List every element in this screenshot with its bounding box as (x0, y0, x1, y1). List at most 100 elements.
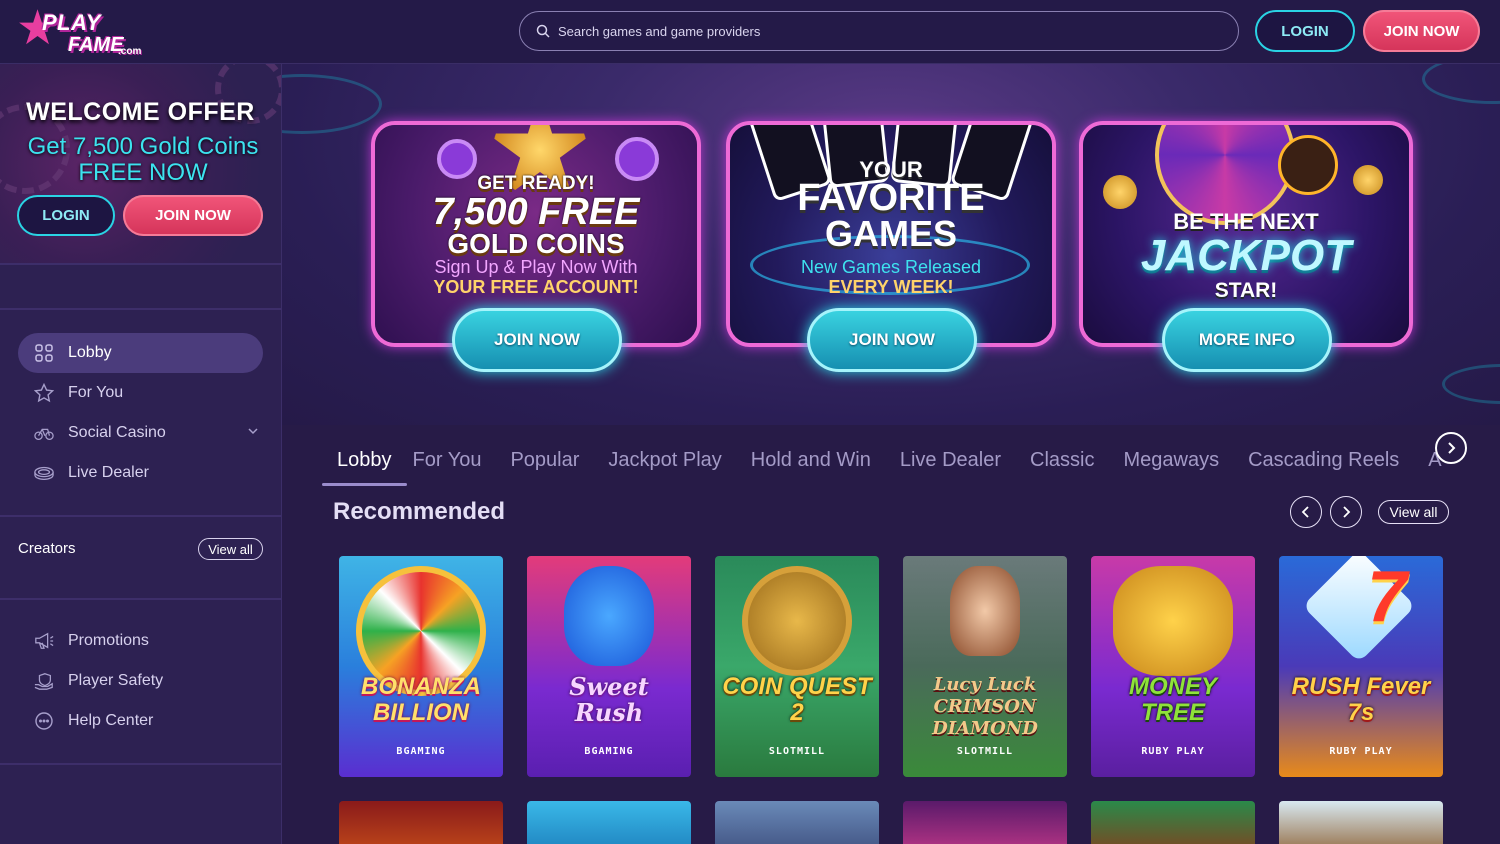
game-title: MONEY TREE (1128, 673, 1217, 726)
tab-hold-and-win[interactable]: Hold and Win (736, 434, 886, 486)
login-button[interactable]: LOGIN (1255, 10, 1355, 52)
sidebar-item-for-you[interactable]: For You (18, 373, 263, 413)
promo-card-subheadline: GAMES (824, 213, 957, 254)
sidebar-join-now-button[interactable]: JOIN NOW (123, 195, 263, 236)
carousel-next-button[interactable] (1330, 496, 1362, 528)
sidebar-item-lobby[interactable]: Lobby (18, 333, 263, 373)
promo-card-line2: YOUR FREE ACCOUNT! (433, 277, 639, 297)
promo-card-headline: JACKPOT (1140, 231, 1352, 280)
join-now-button[interactable]: JOIN NOW (1363, 10, 1480, 52)
welcome-offer-subtitle: Get 7,500 Gold Coins FREE NOW (0, 134, 281, 186)
tab-megaways[interactable]: Megaways (1108, 434, 1234, 486)
sidebar-divider (0, 308, 281, 310)
game-tile[interactable] (903, 801, 1067, 844)
game-tile[interactable] (1279, 801, 1443, 844)
gold-coin-icon (1103, 175, 1137, 209)
game-provider: RUBY PLAY (1329, 746, 1393, 757)
game-tile-sweet-rush[interactable]: Sweet Rush BGAMING (527, 556, 691, 777)
game-provider: BGAMING (396, 746, 446, 757)
hand-shield-icon (34, 671, 54, 691)
game-title: BONANZA BILLION (361, 673, 481, 726)
host-avatar (1278, 135, 1338, 195)
sidebar-item-live-dealer[interactable]: Live Dealer (18, 453, 263, 493)
megaphone-icon (34, 631, 54, 651)
creators-view-all-button[interactable]: View all (198, 538, 263, 560)
game-tile[interactable] (1091, 801, 1255, 844)
game-art-seven: 7 (1367, 557, 1408, 637)
top-header: ★ PLAY FAME .com LOGIN JOIN NOW (0, 0, 1500, 64)
sidebar-item-player-safety[interactable]: Player Safety (18, 661, 263, 701)
chat-icon (34, 711, 54, 731)
game-art-adventurer (950, 566, 1020, 656)
carousel-prev-button[interactable] (1290, 496, 1322, 528)
game-provider: BGAMING (584, 746, 634, 757)
logo-text-fame: FAME (68, 34, 124, 56)
tab-classic[interactable]: Classic (1015, 434, 1109, 486)
sidebar-item-label: Live Dealer (68, 464, 149, 481)
promo-card-more-info-button[interactable]: MORE INFO (1162, 308, 1332, 372)
sidebar-login-button[interactable]: LOGIN (17, 195, 115, 236)
game-tile-coin-quest-2[interactable]: COIN QUEST 2 SLOTMILL (715, 556, 879, 777)
sidebar-item-label: Social Casino (68, 424, 166, 441)
promo-card-subheadline: GOLD COINS (447, 228, 625, 259)
sidebar-item-label: Help Center (68, 712, 154, 729)
promo-card-favorite-games[interactable]: YOUR FAVORITE GAMES New Games Released E… (726, 121, 1056, 372)
welcome-offer-banner: WELCOME OFFER Get 7,500 Gold Coins FREE … (0, 64, 281, 264)
recommended-section-title: Recommended (333, 498, 506, 525)
search-input[interactable] (558, 23, 1158, 39)
sidebar-divider (0, 598, 281, 600)
game-title: RUSH Fever 7s (1291, 673, 1431, 726)
game-tile[interactable] (527, 801, 691, 844)
game-title: COIN QUEST 2 (722, 673, 872, 726)
sidebar-item-label: For You (68, 384, 124, 401)
game-title: Lucy Luck CRIMSON DIAMOND (932, 674, 1038, 739)
recommended-view-all-button[interactable]: View all (1378, 500, 1449, 524)
search-icon (536, 24, 550, 38)
chevron-down-icon[interactable] (247, 425, 259, 437)
game-provider: SLOTMILL (956, 746, 1014, 757)
game-tile-money-tree[interactable]: MONEY TREE RUBY PLAY (1091, 556, 1255, 777)
sidebar: WELCOME OFFER Get 7,500 Gold Coins FREE … (0, 64, 282, 844)
tab-cascading-reels[interactable]: Cascading Reels (1233, 434, 1414, 486)
tab-jackpot-play[interactable]: Jackpot Play (593, 434, 736, 486)
logo-text-com: .com (118, 46, 142, 57)
star-icon (34, 383, 54, 403)
bike-icon (34, 423, 54, 443)
game-tile-lucy-luck[interactable]: Lucy Luck CRIMSON DIAMOND SLOTMILL (903, 556, 1067, 777)
game-tile[interactable] (715, 801, 879, 844)
category-tabs: Lobby For You Popular Jackpot Play Hold … (282, 425, 1500, 495)
promo-card-join-now-button[interactable]: JOIN NOW (807, 308, 977, 372)
tab-live-dealer[interactable]: Live Dealer (885, 434, 1016, 486)
game-art-blue-character (564, 566, 654, 666)
chevron-right-icon (1448, 442, 1456, 454)
tab-for-you[interactable]: For You (398, 434, 497, 486)
game-tile[interactable] (339, 801, 503, 844)
sidebar-divider (0, 763, 281, 765)
welcome-offer-line1: Get 7,500 Gold Coins (27, 133, 259, 160)
game-title: Sweet Rush (569, 672, 649, 727)
grid-icon (34, 343, 54, 363)
game-art-golden-mask (742, 566, 852, 676)
game-provider: RUBY PLAY (1141, 746, 1205, 757)
game-tile-bonanza-billion[interactable]: BONANZA BILLION BGAMING (339, 556, 503, 777)
decorative-ring (1442, 364, 1500, 404)
sidebar-item-label: Promotions (68, 632, 149, 649)
sidebar-item-promotions[interactable]: Promotions (18, 621, 263, 661)
playfame-logo[interactable]: ★ PLAY FAME .com (16, 4, 152, 60)
sidebar-divider (0, 515, 281, 517)
promo-card-line1: Sign Up & Play Now With (434, 257, 638, 277)
sidebar-divider (0, 263, 281, 265)
tabs-next-button[interactable] (1435, 432, 1467, 464)
game-tile-rush-fever-7s[interactable]: 7 RUSH Fever 7s RUBY PLAY (1279, 556, 1443, 777)
sidebar-item-social-casino[interactable]: Social Casino (18, 413, 263, 453)
tab-lobby[interactable]: Lobby (322, 434, 407, 486)
promo-card-gold-coins[interactable]: GET READY! 7,500 FREE GOLD COINS Sign Up… (371, 121, 701, 372)
hero-banner-carousel: GET READY! 7,500 FREE GOLD COINS Sign Up… (282, 64, 1500, 425)
sidebar-item-help-center[interactable]: Help Center (18, 701, 263, 741)
promo-card-jackpot[interactable]: BE THE NEXT JACKPOT STAR! MORE INFO (1079, 121, 1413, 372)
tab-popular[interactable]: Popular (495, 434, 594, 486)
creators-label: Creators (18, 540, 76, 557)
promo-card-join-now-button[interactable]: JOIN NOW (452, 308, 622, 372)
promo-card-line2: EVERY WEEK! (828, 277, 954, 297)
search-bar[interactable] (519, 11, 1239, 51)
